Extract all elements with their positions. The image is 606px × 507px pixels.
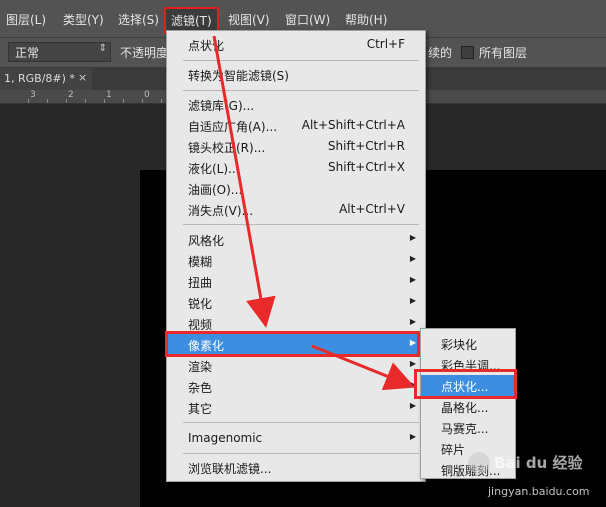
menu-view[interactable]: 视图(V) [228, 11, 270, 28]
menu-item-imagenomic[interactable]: Imagenomic ▶ [167, 428, 425, 449]
ruler-mark: 3 [30, 90, 36, 100]
menu-type[interactable]: 类型(Y) [63, 11, 104, 28]
watermark-brand: Bai du 经验 [494, 454, 583, 472]
blend-mode-select[interactable]: 正常 ⇕ [8, 42, 111, 62]
watermark-url: jingyan.baidu.com [488, 485, 590, 498]
menu-item-adaptive-wide-angle[interactable]: 自适应广角(A)... Alt+Shift+Ctrl+A [167, 115, 425, 136]
menu-item-lens-correction[interactable]: 镜头校正(R)... Shift+Ctrl+R [167, 136, 425, 157]
menu-item-convert-smart-filter[interactable]: 转换为智能滤镜(S) [167, 64, 425, 85]
chevron-right-icon: ▶ [409, 380, 416, 389]
submenu-item-crystallize[interactable]: 晶格化... [421, 396, 515, 417]
menu-item-vanishing-point[interactable]: 消失点(V)... Alt+Ctrl+V [167, 199, 425, 220]
submenu-item-pointillize[interactable]: 点状化... [421, 375, 515, 396]
menu-item-liquify[interactable]: 液化(L)... Shift+Ctrl+X [167, 157, 425, 178]
menu-select[interactable]: 选择(S) [118, 11, 159, 28]
menu-item-video[interactable]: 视频 ▶ [167, 313, 425, 334]
chevron-right-icon: ▶ [409, 317, 416, 326]
close-icon[interactable]: × [78, 71, 87, 84]
chevron-right-icon: ▶ [409, 401, 416, 410]
chevron-right-icon: ▶ [409, 296, 416, 305]
menu-window[interactable]: 窗口(W) [285, 11, 330, 28]
menu-item-pixelate[interactable]: 像素化 ▶ [167, 334, 425, 355]
blend-mode-value: 正常 [15, 46, 40, 60]
baidu-paw-icon [468, 452, 490, 474]
document-tab-title: 1, RGB/8#) * [4, 72, 75, 85]
menu-item-sharpen[interactable]: 锐化 ▶ [167, 292, 425, 313]
menu-item-stylize[interactable]: 风格化 ▶ [167, 229, 425, 250]
menu-item-render[interactable]: 渲染 ▶ [167, 355, 425, 376]
contiguous-label: 续的 [428, 46, 453, 60]
menu-item-oil-paint[interactable]: 油画(O)... [167, 178, 425, 199]
chevron-right-icon: ▶ [409, 233, 416, 242]
ruler-mark: 0 [144, 90, 150, 100]
menu-item-filter-gallery[interactable]: 滤镜库(G)... [167, 94, 425, 115]
chevron-right-icon: ▶ [409, 338, 416, 347]
submenu-item-color-halftone[interactable]: 彩色半调... [421, 354, 515, 375]
chevron-right-icon: ▶ [409, 275, 416, 284]
filter-menu: 点状化 Ctrl+F 转换为智能滤镜(S) 滤镜库(G)... 自适应广角(A)… [166, 30, 426, 482]
updown-arrow-icon: ⇕ [98, 43, 107, 54]
submenu-item-facet[interactable]: 彩块化 [421, 333, 515, 354]
menu-item-distort[interactable]: 扭曲 ▶ [167, 271, 425, 292]
menu-layer[interactable]: 图层(L) [6, 11, 46, 28]
document-tab[interactable]: 1, RGB/8#) * × [0, 68, 92, 90]
ruler-mark: 1 [106, 90, 112, 100]
chevron-right-icon: ▶ [409, 359, 416, 368]
ruler-mark: 2 [68, 90, 74, 100]
all-layers-checkbox[interactable] [461, 46, 474, 59]
chevron-right-icon: ▶ [409, 254, 416, 263]
submenu-item-mosaic[interactable]: 马赛克... [421, 417, 515, 438]
menu-item-last-filter[interactable]: 点状化 Ctrl+F [167, 34, 425, 55]
menu-item-blur[interactable]: 模糊 ▶ [167, 250, 425, 271]
opacity-label: 不透明度 [120, 46, 169, 60]
all-layers-label: 所有图层 [479, 46, 528, 60]
menu-item-browse-online-filters[interactable]: 浏览联机滤镜... [167, 457, 425, 478]
chevron-right-icon: ▶ [409, 432, 416, 441]
menu-help[interactable]: 帮助(H) [345, 11, 387, 28]
menu-item-other[interactable]: 其它 ▶ [167, 397, 425, 418]
menu-item-noise[interactable]: 杂色 ▶ [167, 376, 425, 397]
